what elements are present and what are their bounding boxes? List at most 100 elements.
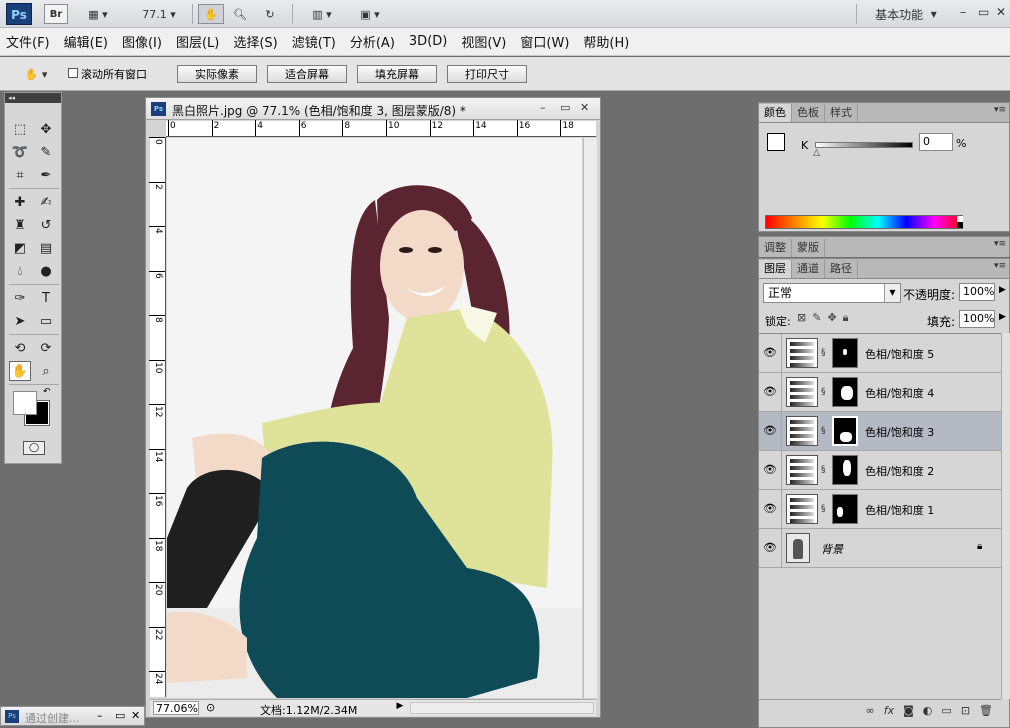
fill-slider-arrow[interactable]: ▶: [999, 312, 1006, 322]
zoom-level-dropdown[interactable]: 77.1 ▾: [136, 4, 182, 24]
history-brush-tool-icon[interactable]: ↺: [35, 215, 57, 235]
minimized-document[interactable]: Ps 通过创建... – ▭ ✕: [0, 706, 145, 726]
visibility-eye-icon[interactable]: 👁︎: [763, 385, 777, 399]
add-mask-icon[interactable]: ◙: [903, 704, 914, 717]
link-chain-icon[interactable]: §: [821, 348, 826, 358]
link-layers-icon[interactable]: ∞: [866, 704, 875, 717]
minimized-maximize-button[interactable]: ▭: [115, 709, 125, 722]
status-menu-arrow[interactable]: ▶: [394, 701, 406, 715]
3d-orbit-tool-icon[interactable]: ⟳: [35, 338, 57, 358]
lock-pixels-icon[interactable]: ✎: [812, 311, 821, 325]
menu-file[interactable]: 文件(F): [6, 32, 50, 51]
document-titlebar[interactable]: Ps 黑白照片.jpg @ 77.1% (色相/饱和度 3, 图层蒙版/8) *…: [146, 98, 600, 120]
status-zoom-field[interactable]: 77.06%: [153, 701, 199, 715]
screen-mode-button[interactable]: ▣ ▾: [352, 4, 388, 24]
tools-panel-header[interactable]: ◂◂: [5, 93, 61, 103]
rotate-view-button[interactable]: ↻: [258, 4, 282, 24]
color-spectrum-ramp[interactable]: [765, 215, 963, 229]
menu-filter[interactable]: 滤镜(T): [292, 32, 336, 51]
layer-row[interactable]: 👁︎ § 色相/饱和度 2: [759, 451, 1001, 490]
visibility-eye-icon[interactable]: 👁︎: [763, 541, 777, 555]
panel-menu-icon[interactable]: ▾≡: [994, 261, 1006, 271]
quick-select-tool-icon[interactable]: ✎: [35, 142, 57, 162]
tab-masks[interactable]: 蒙版: [792, 239, 825, 257]
new-adjustment-layer-icon[interactable]: ◐: [923, 704, 933, 717]
image-canvas[interactable]: [167, 138, 582, 698]
bridge-button[interactable]: Br: [44, 4, 68, 24]
adjustment-thumbnail[interactable]: [786, 338, 818, 368]
link-chain-icon[interactable]: §: [821, 465, 826, 475]
lock-position-icon[interactable]: ✥: [827, 311, 836, 325]
menu-layer[interactable]: 图层(L): [176, 32, 219, 51]
panel-menu-icon[interactable]: ▾≡: [994, 105, 1006, 115]
workspace-switcher[interactable]: 基本功能 ▾: [866, 4, 946, 24]
print-size-button[interactable]: 打印尺寸: [447, 65, 527, 83]
vertical-scrollbar[interactable]: [583, 138, 597, 698]
opacity-field[interactable]: 100%: [959, 283, 995, 301]
tab-styles[interactable]: 样式: [825, 104, 858, 122]
visibility-eye-icon[interactable]: 👁︎: [763, 463, 777, 477]
menu-image[interactable]: 图像(I): [122, 32, 162, 51]
lock-all-icon[interactable]: 🔒︎: [843, 311, 849, 325]
chevron-down-icon[interactable]: ▼: [884, 284, 900, 302]
healing-brush-tool-icon[interactable]: ✚: [9, 192, 31, 212]
color-swatches[interactable]: ↶: [13, 387, 53, 429]
adjustment-thumbnail[interactable]: [786, 494, 818, 524]
link-chain-icon[interactable]: §: [821, 387, 826, 397]
visibility-eye-icon[interactable]: 👁︎: [763, 424, 777, 438]
mask-thumbnail[interactable]: [832, 494, 858, 524]
new-group-icon[interactable]: ▭: [941, 704, 951, 717]
swap-colors-icon[interactable]: ↶: [43, 387, 51, 397]
layer-row-selected[interactable]: 👁︎ § 色相/饱和度 3: [759, 412, 1001, 451]
doc-maximize-button[interactable]: ▭: [560, 101, 570, 114]
horizontal-scrollbar[interactable]: [410, 702, 594, 714]
layer-style-fx-icon[interactable]: fx: [884, 704, 894, 717]
link-chain-icon[interactable]: §: [821, 426, 826, 436]
scroll-all-windows-checkbox[interactable]: [68, 68, 78, 78]
layer-row-background[interactable]: 👁︎ 背景 🔒︎: [759, 529, 1001, 568]
doc-close-button[interactable]: ✕: [580, 101, 589, 114]
status-info-icon[interactable]: ⊙: [206, 701, 215, 714]
restore-button[interactable]: ▭: [978, 5, 989, 19]
menu-select[interactable]: 选择(S): [233, 32, 277, 51]
zoom-tool-button[interactable]: 🔍︎: [228, 4, 252, 24]
menu-window[interactable]: 窗口(W): [520, 32, 569, 51]
hand-tool-icon[interactable]: ✋: [9, 361, 31, 381]
k-slider-thumb[interactable]: △: [813, 148, 820, 158]
hand-tool-button[interactable]: ✋: [198, 4, 224, 24]
adjustment-thumbnail[interactable]: [786, 455, 818, 485]
layer-list-scrollbar[interactable]: [1001, 333, 1010, 699]
tab-adjustments[interactable]: 调整: [759, 239, 792, 257]
menu-3d[interactable]: 3D(D): [409, 34, 447, 49]
doc-minimize-button[interactable]: –: [540, 101, 546, 114]
actual-pixels-button[interactable]: 实际像素: [177, 65, 257, 83]
tab-layers[interactable]: 图层: [759, 260, 792, 278]
visibility-eye-icon[interactable]: 👁︎: [763, 502, 777, 516]
visibility-eye-icon[interactable]: 👁︎: [763, 346, 777, 360]
minimized-restore-button[interactable]: –: [97, 709, 103, 722]
k-value-field[interactable]: 0: [919, 133, 953, 151]
clone-stamp-tool-icon[interactable]: ♜: [9, 215, 31, 235]
tab-swatches[interactable]: 色板: [792, 104, 825, 122]
panel-menu-icon[interactable]: ▾≡: [994, 239, 1006, 249]
arrange-documents-button[interactable]: ▥ ▾: [304, 4, 340, 24]
tool-preset-picker[interactable]: ✋ ▾: [18, 64, 54, 84]
minimized-close-button[interactable]: ✕: [131, 709, 140, 722]
close-button[interactable]: ✕: [996, 5, 1006, 19]
panel-foreground-swatch[interactable]: [767, 133, 785, 151]
eraser-tool-icon[interactable]: ◩: [9, 238, 31, 258]
black-white-ramp[interactable]: [957, 216, 963, 228]
fit-screen-button[interactable]: 适合屏幕: [267, 65, 347, 83]
3d-rotate-tool-icon[interactable]: ⟲: [9, 338, 31, 358]
dodge-tool-icon[interactable]: ●: [35, 261, 57, 281]
eyedropper-tool-icon[interactable]: ✒: [35, 165, 57, 185]
mask-thumbnail[interactable]: [832, 455, 858, 485]
gradient-tool-icon[interactable]: ▤: [35, 238, 57, 258]
opacity-slider-arrow[interactable]: ▶: [999, 285, 1006, 295]
type-tool-icon[interactable]: T: [35, 288, 57, 308]
layer-row[interactable]: 👁︎ § 色相/饱和度 5: [759, 334, 1001, 373]
minimize-button[interactable]: –: [960, 5, 966, 19]
blur-tool-icon[interactable]: 💧︎: [9, 261, 31, 281]
zoom-tool-icon[interactable]: ⌕: [35, 361, 57, 381]
link-chain-icon[interactable]: §: [821, 504, 826, 514]
